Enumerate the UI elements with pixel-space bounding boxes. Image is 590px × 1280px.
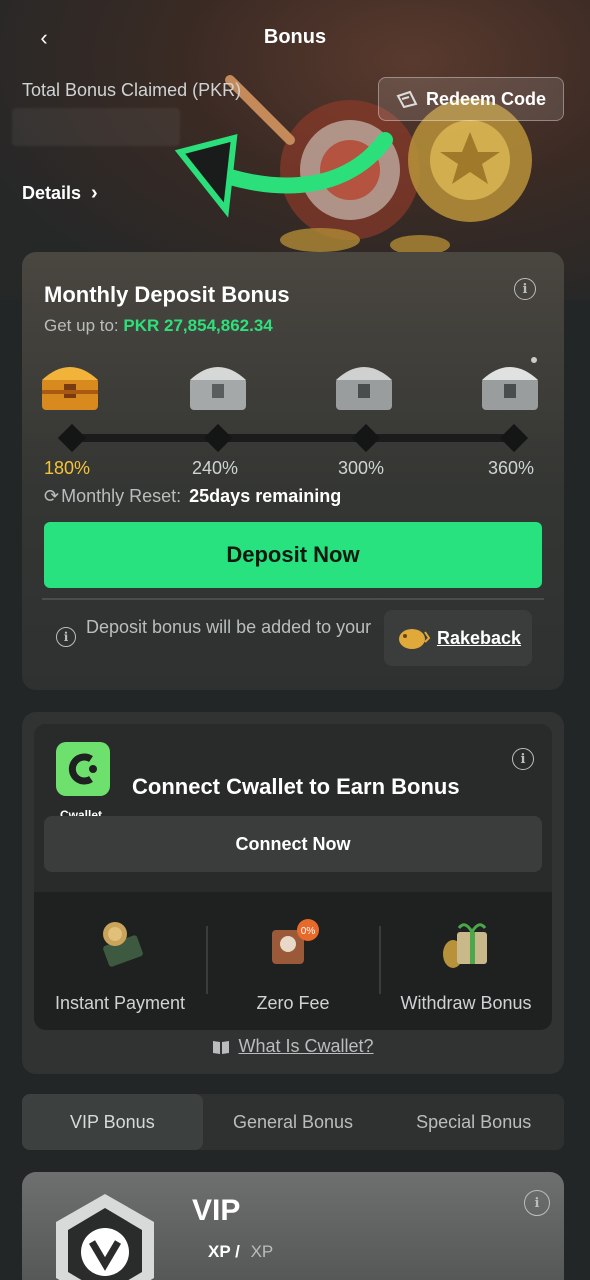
cwallet-card: Cwallet i Connect Cwallet to Earn Bonus …	[22, 712, 564, 1074]
gold-chest-icon	[42, 367, 98, 410]
redeem-code-button[interactable]: Redeem Code	[378, 77, 564, 121]
page-title: Bonus	[263, 26, 327, 48]
cwallet-logo-icon	[68, 753, 97, 785]
milestone-label: 300%	[338, 458, 385, 478]
feature-label: Zero Fee	[256, 993, 330, 1013]
cwallet-title: Connect Cwallet to Earn Bonus	[132, 774, 460, 799]
rakeback-label: Rakeback	[436, 627, 522, 648]
what-is-cwallet-link[interactable]: What Is Cwallet?	[22, 1036, 564, 1057]
piggy-bank-icon	[398, 629, 431, 649]
gift-coins-icon	[443, 923, 487, 968]
redeem-code-label: Redeem Code	[425, 88, 547, 109]
details-label: Details	[22, 183, 82, 203]
vip-xp-total: XP	[250, 1242, 274, 1261]
info-icon[interactable]: i	[512, 748, 534, 770]
total-bonus-amount-hidden	[12, 108, 180, 146]
milestone-label: 240%	[192, 458, 239, 478]
coin-card-icon	[103, 922, 143, 967]
divider	[42, 598, 544, 600]
monthly-deposit-card: i Monthly Deposit Bonus Get up to: PKR 2…	[22, 252, 564, 690]
monthly-deposit-title: Monthly Deposit Bonus	[44, 282, 290, 307]
total-bonus-label: Total Bonus Claimed (PKR)	[22, 80, 242, 100]
reset-value: 25days remaining	[189, 486, 342, 506]
info-icon[interactable]: i	[524, 1190, 550, 1216]
refresh-icon: ⟳	[44, 486, 60, 506]
get-up-to-label: Get up to:	[44, 316, 119, 335]
rakeback-button[interactable]: Rakeback	[384, 610, 532, 666]
tab-vip-bonus[interactable]: VIP Bonus	[22, 1094, 203, 1150]
details-link[interactable]: Details ›	[22, 182, 98, 205]
vip-xp: XP / XP	[208, 1242, 273, 1262]
zero-fee-icon: 0%	[272, 919, 319, 964]
connect-now-button[interactable]: Connect Now	[44, 816, 542, 872]
feature-instant-payment: Instant Payment	[34, 914, 206, 1014]
vip-title: VIP	[192, 1194, 241, 1227]
vip-xp-current: XP /	[208, 1242, 240, 1261]
milestone-node	[351, 423, 381, 453]
get-up-to: Get up to: PKR 27,854,862.34	[44, 316, 273, 336]
cwallet-header: Cwallet i Connect Cwallet to Earn Bonus …	[34, 724, 552, 892]
tab-general-bonus[interactable]: General Bonus	[203, 1094, 384, 1150]
what-is-cwallet-label: What Is Cwallet?	[238, 1036, 374, 1056]
book-icon	[213, 1040, 230, 1054]
vip-card: i VIP XP / XP	[22, 1172, 564, 1280]
cwallet-inner-panel: Cwallet i Connect Cwallet to Earn Bonus …	[34, 724, 552, 1030]
silver-chest-icon	[190, 367, 246, 410]
reset-label: Monthly Reset:	[61, 486, 182, 506]
bonus-tabs: VIP Bonus General Bonus Special Bonus	[22, 1094, 564, 1150]
milestone-node	[57, 423, 87, 453]
feature-label: Instant Payment	[54, 993, 186, 1013]
feature-withdraw-bonus: Withdraw Bonus	[380, 914, 552, 1014]
feature-label: Withdraw Bonus	[400, 993, 532, 1013]
chevron-right-icon: ›	[91, 182, 98, 204]
milestone-node	[203, 423, 233, 453]
get-up-to-amount: PKR 27,854,862.34	[123, 316, 273, 335]
cwallet-logo	[56, 742, 110, 796]
milestone-label: 180%	[44, 458, 91, 478]
silver-chest-icon	[336, 367, 392, 410]
monthly-reset: ⟳ Monthly Reset: 25days remaining	[44, 486, 341, 507]
info-icon[interactable]: i	[56, 627, 76, 647]
vip-badge-icon	[56, 1194, 154, 1280]
info-icon[interactable]: i	[514, 278, 536, 300]
progress-track	[70, 434, 516, 442]
ticket-icon	[396, 90, 418, 108]
deposit-now-button[interactable]: Deposit Now	[44, 522, 542, 588]
svg-text:0%: 0%	[301, 926, 316, 937]
feature-zero-fee: 0% Zero Fee	[207, 914, 379, 1014]
deposit-note: Deposit bonus will be added to your	[86, 617, 372, 637]
tab-special-bonus[interactable]: Special Bonus	[383, 1094, 564, 1150]
milestone-node	[499, 423, 529, 453]
milestone-label: 360%	[488, 458, 535, 478]
silver-chest-icon	[482, 357, 538, 410]
